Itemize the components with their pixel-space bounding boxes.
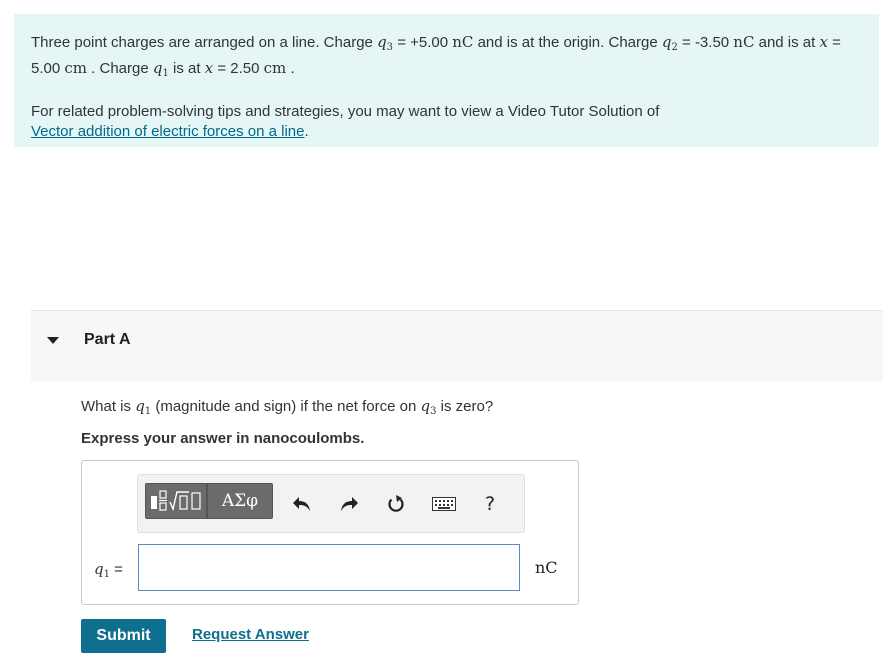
problem-statement: Three point charges are arranged on a li… — [31, 32, 862, 84]
unit-cm: cm — [263, 59, 287, 77]
tips-text: For related problem-solving tips and str… — [31, 103, 660, 120]
answer-unit: nC — [535, 558, 558, 577]
part-a-header[interactable]: Part A — [31, 310, 883, 382]
part-title: Part A — [84, 331, 131, 348]
statement-text: . Charge — [87, 60, 153, 77]
reset-icon[interactable] — [384, 492, 408, 516]
statement-text: Three point charges are arranged on a li… — [31, 34, 378, 51]
answer-box: ΑΣφ ? q1 = nC — [81, 460, 579, 605]
templates-button[interactable] — [145, 483, 207, 519]
templates-icon — [151, 490, 201, 512]
tips-period: . — [304, 123, 309, 140]
unit-cm: cm — [64, 59, 87, 77]
unit-nc: nC — [733, 33, 755, 51]
request-answer-link[interactable]: Request Answer — [192, 626, 309, 643]
video-tutor-link[interactable]: Vector addition of electric forces on a … — [31, 123, 305, 140]
answer-label-variable: q — [94, 560, 104, 578]
question-text: What is q1 (magnitude and sign) if the n… — [81, 397, 493, 417]
charge-variable: q — [420, 397, 431, 415]
statement-text: = +5.00 — [393, 34, 453, 51]
statement-text: and is at the origin. Charge — [473, 34, 662, 51]
statement-text: = 2.50 — [213, 60, 264, 77]
problem-intro: Three point charges are arranged on a li… — [14, 14, 879, 147]
redo-icon[interactable] — [337, 492, 361, 516]
undo-icon[interactable] — [290, 492, 314, 516]
question-fragment: is zero? — [436, 398, 494, 415]
tips-paragraph: For related problem-solving tips and str… — [31, 102, 862, 142]
statement-text: is at — [168, 60, 205, 77]
charge-variable: q — [377, 33, 387, 51]
math-toolbar: ΑΣφ ? — [137, 474, 525, 533]
help-icon[interactable]: ? — [478, 492, 502, 516]
position-variable: x — [819, 33, 828, 51]
unit-nc: nC — [452, 33, 474, 51]
greek-symbols-button[interactable]: ΑΣφ — [207, 483, 273, 519]
collapse-caret-icon[interactable] — [47, 337, 59, 344]
statement-text: and is at — [754, 34, 820, 51]
submit-button[interactable]: Submit — [81, 619, 166, 653]
answer-label-equals: = — [109, 561, 123, 578]
position-variable: x — [204, 59, 214, 77]
keyboard-icon[interactable] — [432, 492, 456, 516]
question-fragment: What is — [81, 398, 136, 415]
question-fragment: (magnitude and sign) if the net force on — [151, 398, 421, 415]
answer-instruction: Express your answer in nanocoulombs. — [81, 430, 365, 447]
statement-text: . — [286, 60, 295, 77]
statement-text: = -3.50 — [677, 34, 734, 51]
answer-label: q1 = — [94, 560, 123, 580]
answer-input[interactable] — [138, 544, 520, 591]
charge-variable: q — [135, 397, 145, 415]
